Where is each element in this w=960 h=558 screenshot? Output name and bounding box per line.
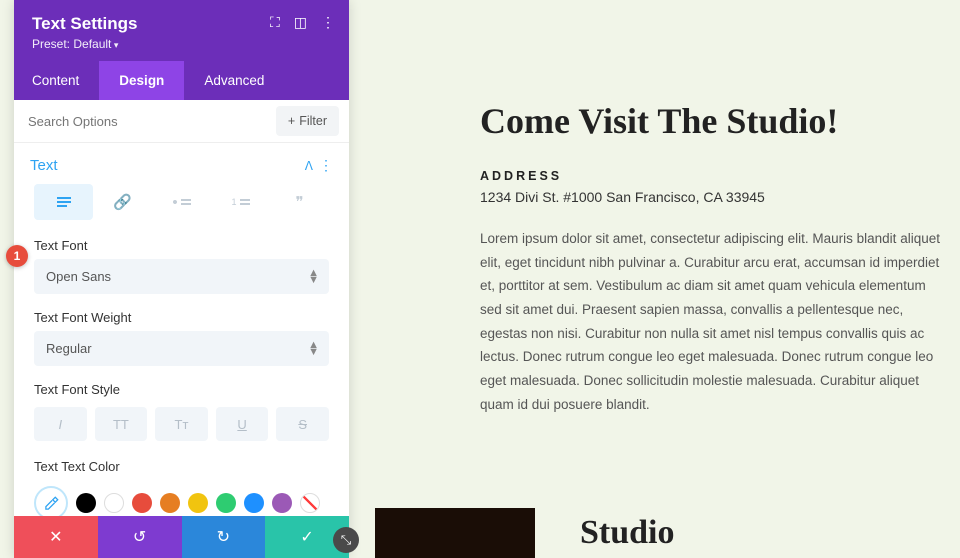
color-swatch[interactable] bbox=[188, 493, 208, 513]
address-label: ADDRESS bbox=[480, 169, 940, 183]
weight-label: Text Font Weight bbox=[14, 294, 349, 331]
style-label: Text Font Style bbox=[14, 366, 349, 403]
text-group-header[interactable]: Text ᐱ ⋮ bbox=[14, 143, 349, 184]
font-select[interactable]: Open Sans ▲▼ bbox=[34, 259, 329, 294]
smallcaps-button[interactable]: Tᴛ bbox=[155, 407, 208, 441]
filter-label: Filter bbox=[299, 114, 327, 128]
strike-button[interactable]: S bbox=[276, 407, 329, 441]
responsive-icon[interactable]: ◫ bbox=[294, 14, 307, 31]
preset-dropdown[interactable]: Preset: Default bbox=[32, 37, 331, 51]
font-value: Open Sans bbox=[46, 269, 111, 284]
undo-button[interactable]: ↺ bbox=[98, 516, 182, 558]
underline-button[interactable]: U bbox=[216, 407, 269, 441]
text-link-button[interactable]: 🔗 bbox=[93, 184, 152, 220]
panel-header: Text Settings Preset: Default ⛶ ◫ ⋮ bbox=[14, 0, 349, 61]
resize-handle-icon[interactable]: ⤡ bbox=[333, 527, 359, 553]
search-row: + Filter bbox=[14, 100, 349, 143]
tab-content[interactable]: Content bbox=[14, 61, 99, 100]
filter-button[interactable]: + Filter bbox=[276, 106, 339, 136]
color-swatch-row bbox=[14, 480, 349, 516]
text-type-row: 🔗 • 1 ❞ bbox=[14, 184, 349, 230]
group-title: Text bbox=[30, 157, 305, 174]
color-swatch[interactable] bbox=[132, 493, 152, 513]
chevron-up-icon[interactable]: ᐱ bbox=[305, 159, 313, 173]
plus-icon: + bbox=[288, 114, 295, 128]
page-content: Come Visit The Studio! ADDRESS 1234 Divi… bbox=[480, 100, 940, 416]
color-swatch[interactable] bbox=[272, 493, 292, 513]
page-heading: Come Visit The Studio! bbox=[480, 100, 940, 143]
color-swatch[interactable] bbox=[244, 493, 264, 513]
redo-button[interactable]: ↻ bbox=[182, 516, 266, 558]
tab-design[interactable]: Design bbox=[99, 61, 184, 100]
more-icon[interactable]: ⋮ bbox=[321, 14, 335, 31]
text-align-paragraph[interactable] bbox=[34, 184, 93, 220]
text-ul-button[interactable]: • bbox=[152, 184, 211, 220]
annotation-badge-1: 1 bbox=[6, 245, 28, 267]
select-arrows-icon: ▲▼ bbox=[308, 270, 319, 282]
color-swatch[interactable] bbox=[104, 493, 124, 513]
settings-body: Text ᐱ ⋮ 🔗 • 1 ❞ Text Font Open Sans ▲▼ … bbox=[14, 143, 349, 516]
select-arrows-icon: ▲▼ bbox=[308, 342, 319, 354]
color-swatch-none[interactable] bbox=[300, 493, 320, 513]
color-label: Text Text Color bbox=[14, 445, 349, 480]
font-style-row: I TT Tᴛ U S bbox=[14, 403, 349, 445]
image-block bbox=[375, 508, 535, 558]
expand-icon[interactable]: ⛶ bbox=[270, 14, 280, 31]
studio-heading: Studio bbox=[580, 514, 675, 552]
weight-value: Regular bbox=[46, 341, 92, 356]
main-tabs: Content Design Advanced bbox=[14, 61, 349, 100]
uppercase-button[interactable]: TT bbox=[95, 407, 148, 441]
color-swatch[interactable] bbox=[76, 493, 96, 513]
group-kebab-icon[interactable]: ⋮ bbox=[319, 157, 333, 174]
search-input[interactable] bbox=[14, 102, 276, 141]
panel-footer: ✕ ↺ ↻ ✓ bbox=[14, 516, 349, 558]
address-line: 1234 Divi St. #1000 San Francisco, CA 33… bbox=[480, 189, 940, 205]
font-label: Text Font bbox=[14, 230, 349, 259]
cancel-button[interactable]: ✕ bbox=[14, 516, 98, 558]
color-swatch[interactable] bbox=[160, 493, 180, 513]
italic-button[interactable]: I bbox=[34, 407, 87, 441]
text-quote-button[interactable]: ❞ bbox=[270, 184, 329, 220]
body-paragraph: Lorem ipsum dolor sit amet, consectetur … bbox=[480, 227, 940, 416]
color-swatch[interactable] bbox=[216, 493, 236, 513]
settings-panel: Text Settings Preset: Default ⛶ ◫ ⋮ Cont… bbox=[14, 0, 349, 558]
text-ol-button[interactable]: 1 bbox=[211, 184, 270, 220]
tab-advanced[interactable]: Advanced bbox=[184, 61, 284, 100]
eyedropper-button[interactable] bbox=[34, 486, 68, 516]
weight-select[interactable]: Regular ▲▼ bbox=[34, 331, 329, 366]
